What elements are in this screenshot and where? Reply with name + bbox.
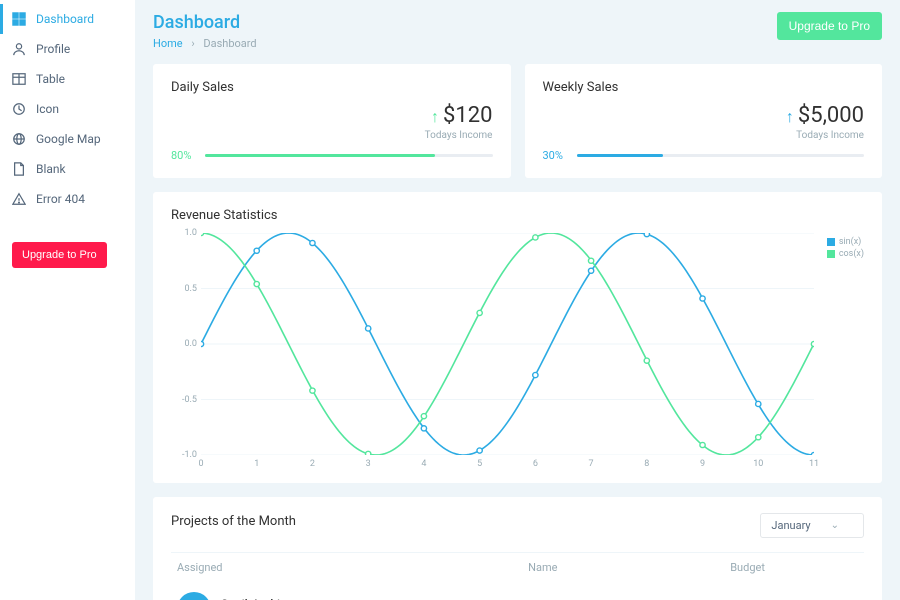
- x-tick-label: 2: [310, 459, 315, 469]
- project-name: Elite Admin: [522, 582, 724, 600]
- x-tick-label: 9: [700, 459, 705, 469]
- legend-item: sin(x): [827, 237, 864, 247]
- sidebar-item-blank[interactable]: Blank: [0, 154, 135, 184]
- table-row[interactable]: SSunil JoshiWeb DesignerElite Admin$3.9K: [171, 582, 864, 600]
- assignee-name: Sunil Joshi: [221, 597, 282, 600]
- revenue-card: Revenue Statistics -1.0 -0.5 0.0 0.5 1.0 0 1 2…: [153, 192, 882, 483]
- card-title: Weekly Sales: [543, 80, 865, 95]
- warning-icon: [12, 192, 26, 206]
- x-tick-label: 4: [421, 459, 426, 469]
- x-tick-label: 11: [809, 459, 819, 469]
- projects-table: Assigned Name Budget SSunil JoshiWeb Des…: [171, 552, 864, 600]
- dashboard-icon: [12, 12, 26, 26]
- col-name: Name: [522, 553, 724, 583]
- weekly-progress-track: [577, 154, 865, 157]
- legend-item: cos(x): [827, 249, 864, 259]
- table-icon: [12, 72, 26, 86]
- breadcrumb-current: Dashboard: [203, 37, 256, 50]
- upgrade-button-sidebar[interactable]: Upgrade to Pro: [12, 242, 107, 268]
- legend-swatch: [827, 250, 835, 258]
- weekly-progress-fill: [577, 154, 663, 157]
- clock-icon: [12, 102, 26, 116]
- sidebar-item-error-404[interactable]: Error 404: [0, 184, 135, 214]
- daily-amount: $120: [443, 103, 492, 128]
- avatar: S: [177, 592, 211, 600]
- sidebar-item-google-map[interactable]: Google Map: [0, 124, 135, 154]
- x-tick-label: 10: [753, 459, 763, 469]
- card-title: Revenue Statistics: [171, 208, 864, 223]
- legend-label: sin(x): [839, 237, 861, 247]
- legend-label: cos(x): [839, 249, 864, 259]
- y-tick-label: 0.0: [185, 339, 198, 349]
- x-tick-label: 6: [533, 459, 538, 469]
- daily-progress-fill: [205, 154, 435, 157]
- col-budget: Budget: [724, 553, 864, 583]
- y-tick-label: 1.0: [185, 228, 198, 238]
- page-title: Dashboard: [153, 12, 257, 33]
- chevron-down-icon: ⌄: [831, 520, 839, 531]
- breadcrumb-separator: ›: [185, 37, 200, 50]
- projects-card: Projects of the Month January ⌄ Assigned…: [153, 497, 882, 600]
- main-content: Dashboard Home › Dashboard Upgrade to Pr…: [135, 0, 900, 600]
- x-tick-label: 3: [366, 459, 371, 469]
- sidebar-item-table[interactable]: Table: [0, 64, 135, 94]
- file-icon: [12, 162, 26, 176]
- legend-swatch: [827, 238, 835, 246]
- daily-sales-card: Daily Sales ↑ $120 Todays Income 80%: [153, 64, 511, 178]
- daily-subtitle: Todays Income: [171, 130, 493, 141]
- weekly-percent: 30%: [543, 149, 577, 162]
- x-tick-label: 1: [254, 459, 259, 469]
- sidebar-item-label: Dashboard: [36, 12, 94, 26]
- revenue-chart: -1.0-0.50.00.51.0 01234567891011 sin(x)c…: [171, 233, 864, 473]
- x-tick-label: 5: [477, 459, 482, 469]
- x-tick-label: 7: [589, 459, 594, 469]
- col-assigned: Assigned: [171, 553, 522, 583]
- sidebar-item-label: Error 404: [36, 192, 85, 206]
- weekly-sales-card: Weekly Sales ↑ $5,000 Todays Income 30%: [525, 64, 883, 178]
- y-tick-label: -0.5: [182, 395, 197, 405]
- sidebar: Dashboard Profile Table Icon Google Map Blank…: [0, 0, 135, 600]
- sidebar-item-label: Profile: [36, 42, 70, 56]
- weekly-subtitle: Todays Income: [543, 130, 865, 141]
- sidebar-item-dashboard[interactable]: Dashboard: [0, 4, 135, 34]
- chart-legend: sin(x) cos(x): [827, 237, 864, 261]
- trend-up-icon: ↑: [431, 107, 439, 127]
- sidebar-item-label: Table: [36, 72, 65, 86]
- weekly-amount: $5,000: [798, 103, 864, 128]
- sidebar-item-icon[interactable]: Icon: [0, 94, 135, 124]
- breadcrumb: Home › Dashboard: [153, 37, 257, 50]
- trend-up-icon: ↑: [786, 107, 794, 127]
- month-dropdown[interactable]: January ⌄: [760, 513, 864, 538]
- breadcrumb-home[interactable]: Home: [153, 37, 183, 50]
- x-tick-label: 0: [198, 459, 203, 469]
- x-tick-label: 8: [644, 459, 649, 469]
- card-title: Daily Sales: [171, 80, 493, 95]
- sidebar-item-label: Blank: [36, 162, 66, 176]
- y-tick-label: 0.5: [185, 284, 198, 294]
- sidebar-item-profile[interactable]: Profile: [0, 34, 135, 64]
- project-budget: $3.9K: [724, 582, 864, 600]
- globe-icon: [12, 132, 26, 146]
- daily-progress-track: [205, 154, 493, 157]
- sidebar-item-label: Google Map: [36, 132, 101, 146]
- daily-percent: 80%: [171, 149, 205, 162]
- upgrade-button-header[interactable]: Upgrade to Pro: [777, 12, 882, 40]
- user-icon: [12, 42, 26, 56]
- card-title: Projects of the Month: [171, 514, 296, 529]
- month-value: January: [771, 519, 810, 532]
- y-tick-label: -1.0: [182, 450, 197, 460]
- sidebar-item-label: Icon: [36, 102, 59, 116]
